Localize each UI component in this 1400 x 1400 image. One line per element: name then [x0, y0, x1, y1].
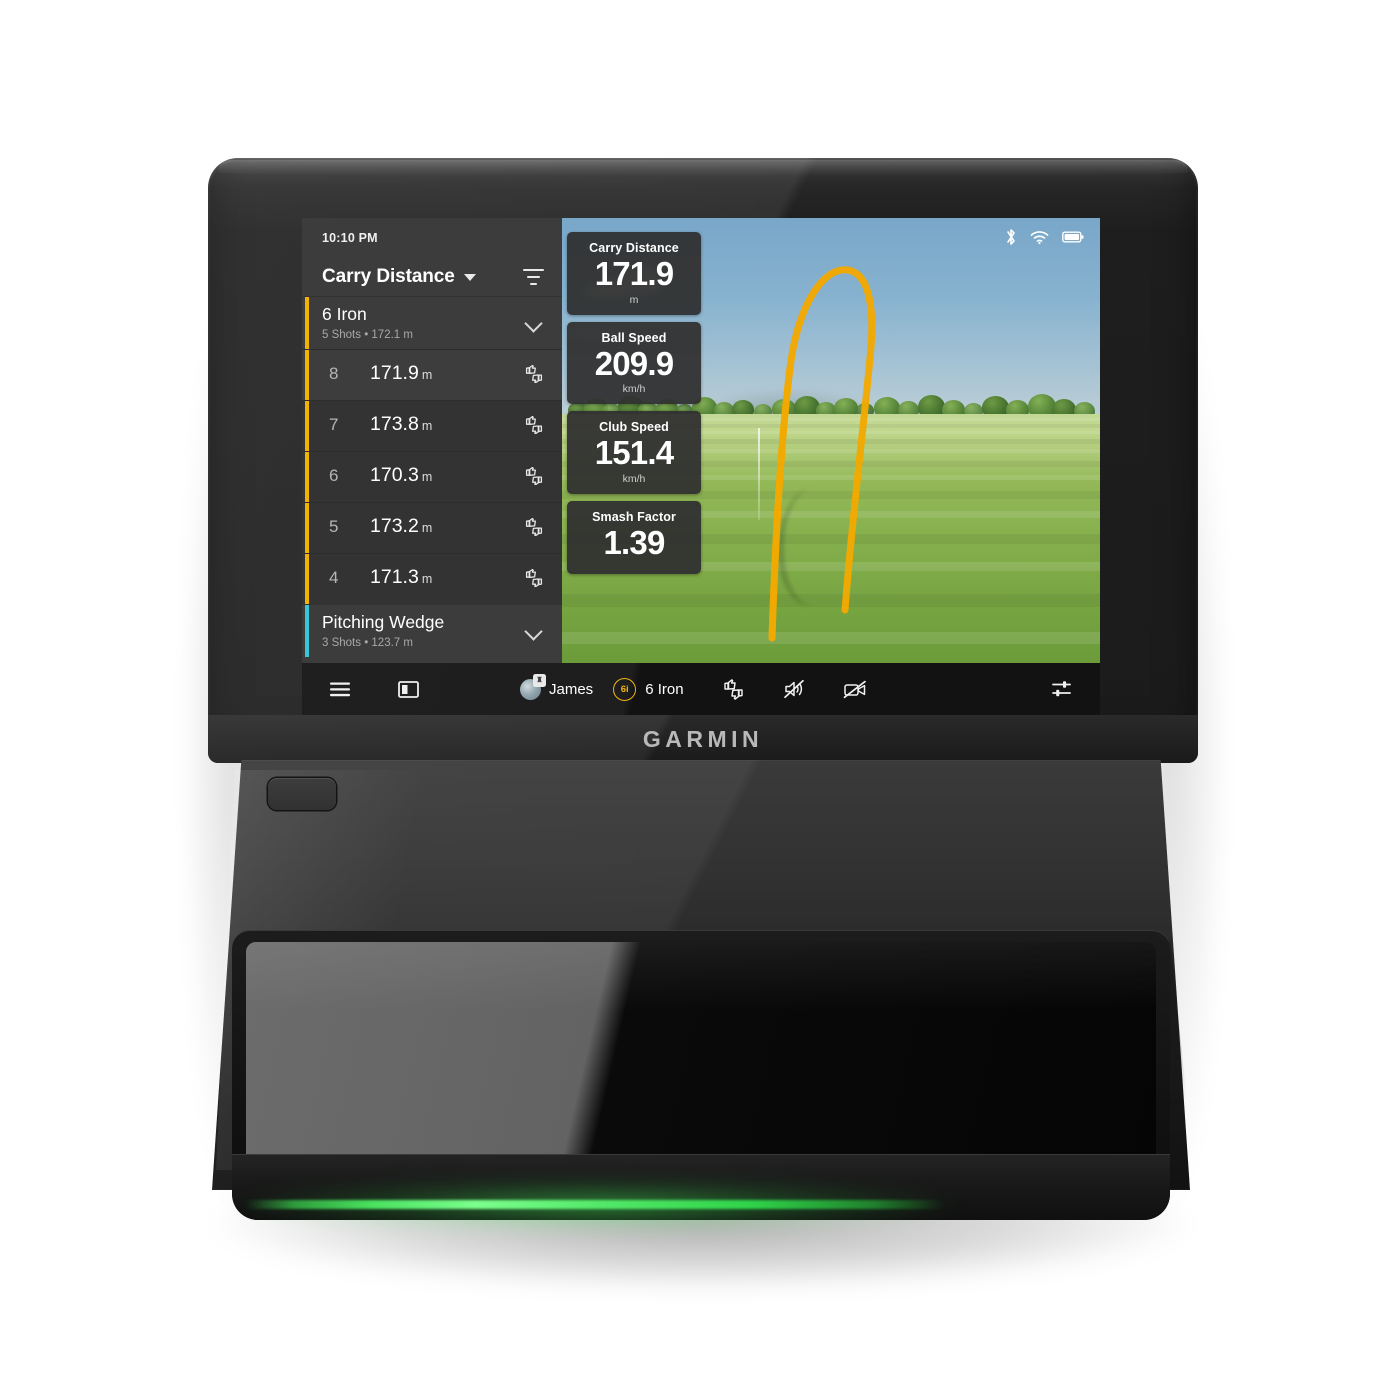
bottom-toolbar: ♜ James 6i 6 Iron [302, 663, 1100, 715]
shot-value: 171.9 m [370, 362, 433, 384]
radar-glass-sheen [246, 942, 1156, 1174]
shot-unit: m [421, 419, 433, 433]
shot-accent-bar [305, 554, 309, 604]
shot-row[interactable]: 8 171.9 m [302, 349, 562, 400]
shot-accent-bar [305, 350, 309, 400]
thumbs-up-down-icon[interactable] [524, 467, 544, 485]
metric-card[interactable]: Ball Speed 209.9 km/h [567, 321, 701, 405]
shot-value: 171.3 m [370, 566, 433, 588]
shot-unit: m [421, 521, 433, 535]
group-accent-bar [305, 297, 309, 349]
club-group-row[interactable]: Pitching Wedge 3 Shots • 123.7 m [302, 604, 562, 657]
thumbs-up-down-icon[interactable] [524, 569, 544, 587]
brand-bar: GARMIN [208, 715, 1198, 763]
device-screen: 10:10 PM Carry Distance 6 Iron 5 Shots •… [302, 218, 1100, 715]
user-name: James [549, 680, 594, 698]
shot-unit: m [421, 572, 433, 586]
avatar-badge: ♜ [533, 673, 546, 687]
shot-value: 173.8 m [370, 413, 433, 435]
club-group-summary: 3 Shots • 123.7 m [322, 637, 413, 649]
shot-index: 7 [329, 415, 339, 434]
metric-cards: Carry Distance 171.9 m Ball Speed 209.9 km/… [567, 232, 701, 581]
shot-row[interactable]: 5 173.2 m [302, 502, 562, 553]
metric-label: Carry Distance [589, 241, 679, 255]
metric-value: 151.4 [594, 434, 674, 472]
group-accent-bar [305, 605, 309, 657]
club-group-name: 6 Iron [322, 304, 367, 324]
panel-layout-icon[interactable] [398, 680, 419, 698]
thumbs-up-down-icon[interactable] [722, 678, 745, 700]
shot-list-panel: 10:10 PM Carry Distance 6 Iron 5 Shots •… [302, 218, 562, 663]
metric-label: Smash Factor [592, 509, 676, 524]
shot-row[interactable]: 6 170.3 m [302, 451, 562, 502]
shot-accent-bar [305, 452, 309, 502]
camera-off-icon[interactable] [843, 680, 867, 699]
shot-row[interactable]: 7 173.8 m [302, 400, 562, 451]
shot-row[interactable]: 4 171.3 m [302, 553, 562, 604]
shot-value: 173.2 m [370, 515, 433, 537]
metric-unit: km/h [622, 383, 646, 396]
shot-accent-bar [305, 401, 309, 451]
status-icons [1005, 228, 1084, 246]
status-clock: 10:10 PM [322, 231, 378, 245]
battery-icon [1062, 231, 1084, 243]
shot-index: 4 [329, 568, 339, 587]
power-button[interactable] [268, 778, 336, 810]
avatar[interactable]: ♜ [520, 673, 546, 700]
shot-index: 6 [329, 466, 339, 485]
sliders-icon[interactable] [1052, 680, 1072, 698]
metric-value: 1.39 [603, 523, 665, 561]
shot-unit: m [421, 368, 433, 382]
club-group-row[interactable]: 6 Iron 5 Shots • 172.1 m [302, 296, 562, 349]
club-group-name: Pitching Wedge [322, 612, 445, 632]
club-chip[interactable]: 6i 6 Iron [613, 677, 684, 701]
club-badge: 6i [613, 677, 637, 701]
housing-top-edge [218, 160, 1188, 176]
metric-unit: km/h [622, 472, 646, 485]
metric-card[interactable]: Carry Distance 171.9 m [567, 232, 701, 315]
metric-card[interactable]: Club Speed 151.4 km/h [567, 411, 701, 494]
shot-accent-bar [305, 503, 309, 553]
radar-panel [232, 930, 1170, 1220]
chevron-down-icon[interactable] [524, 622, 543, 641]
thumbs-up-down-icon[interactable] [524, 518, 544, 536]
shot-list-header: Carry Distance [302, 258, 562, 296]
wifi-icon [1030, 230, 1049, 244]
metric-unit: m [629, 293, 639, 306]
chevron-down-icon[interactable] [463, 273, 476, 281]
metric-card[interactable]: Smash Factor 1.39 [567, 500, 701, 574]
sort-metric-label[interactable]: Carry Distance [322, 266, 455, 288]
simulator-view: Carry Distance 171.9 m Ball Speed 209.9 km/… [562, 218, 1100, 663]
speaker-muted-icon[interactable] [783, 679, 805, 699]
status-led [245, 1200, 945, 1209]
shot-unit: m [421, 470, 433, 484]
metric-value: 209.9 [594, 344, 674, 382]
garmin-wordmark: GARMIN [642, 725, 764, 752]
shot-list[interactable]: 6 Iron 5 Shots • 172.1 m 8 171.9 m 7 173.… [302, 296, 562, 657]
shot-index: 5 [329, 517, 339, 536]
user-chip[interactable]: ♜ James [520, 673, 594, 700]
bluetooth-icon [1007, 229, 1015, 245]
club-group-summary: 5 Shots • 172.1 m [322, 329, 413, 341]
metric-label: Club Speed [599, 420, 669, 435]
shot-value: 170.3 m [370, 464, 433, 486]
metric-value: 171.9 [594, 255, 674, 292]
shot-index: 8 [329, 364, 339, 383]
club-name: 6 Iron [645, 680, 684, 698]
chevron-down-icon[interactable] [524, 314, 543, 333]
garmin-launch-monitor-device: 10:10 PM Carry Distance 6 Iron 5 Shots •… [0, 0, 1400, 1400]
hamburger-menu-icon[interactable] [330, 682, 350, 697]
thumbs-up-down-icon[interactable] [524, 416, 544, 434]
metric-label: Ball Speed [601, 330, 667, 345]
thumbs-up-down-icon[interactable] [524, 365, 544, 383]
filter-icon[interactable] [522, 269, 544, 285]
